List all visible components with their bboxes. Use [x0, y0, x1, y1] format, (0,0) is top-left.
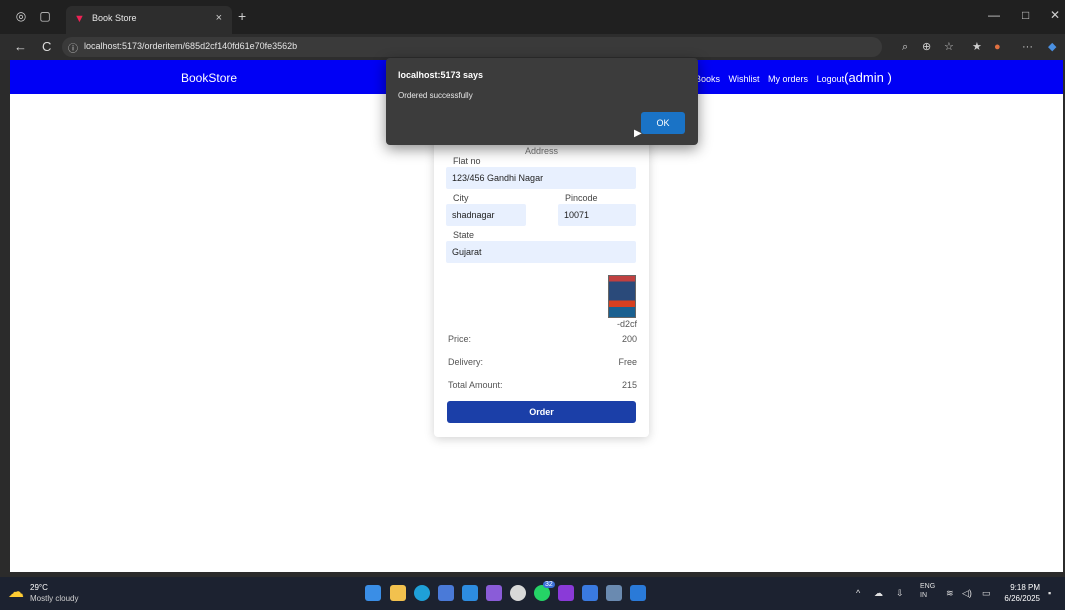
order-button[interactable]: Order — [447, 401, 636, 423]
bootstrap-icon[interactable] — [558, 585, 574, 601]
volume-icon[interactable]: ◁) — [962, 587, 972, 599]
alert-dialog: localhost:5173 says Ordered successfully… — [386, 58, 698, 145]
admin-label: (admin ) — [844, 70, 892, 85]
city-label: City — [453, 193, 469, 203]
tray-overflow-icon[interactable]: ^ — [856, 587, 860, 599]
book-cover-image — [608, 275, 636, 318]
more-menu-icon[interactable]: ··· — [1022, 40, 1033, 54]
delivery-label: Delivery: — [448, 357, 484, 367]
flat-no-input[interactable]: 123/456 Gandhi Nagar — [446, 167, 636, 189]
minimize-button[interactable]: — — [988, 8, 1000, 22]
zoom-icon[interactable]: ⊕ — [922, 40, 931, 54]
lang-bottom: IN — [920, 592, 927, 599]
battery-icon[interactable]: ▭ — [982, 587, 991, 599]
delivery-value: Free — [618, 357, 637, 367]
pincode-label: Pincode — [565, 193, 598, 203]
state-label: State — [453, 230, 475, 240]
cloud-icon[interactable]: ☁ — [874, 587, 883, 599]
chatgpt-icon[interactable] — [510, 585, 526, 601]
windows-taskbar: ☁ 29°C Mostly cloudy 32 ^ ☁ ⇩ ENG IN ≋ ◁)… — [0, 577, 1065, 610]
snipping-tool-icon[interactable] — [606, 585, 622, 601]
tab-bookstore[interactable]: ▼ Book Store × — [66, 6, 232, 34]
clock-date: 6/26/2025 — [1004, 594, 1040, 603]
notifications-icon[interactable]: ▪ — [1048, 587, 1051, 599]
copilot-app-icon[interactable] — [486, 585, 502, 601]
clock[interactable]: 9:18 PM 6/26/2025 — [1000, 582, 1040, 604]
clock-time: 9:18 PM — [1010, 583, 1040, 592]
profile-avatar-icon[interactable]: ● — [994, 40, 1001, 54]
flat-no-label: Flat no — [453, 156, 481, 166]
address-bar: ← C ⓘ localhost:5173/orderitem/685d2cf14… — [0, 34, 1065, 60]
new-tab-button[interactable]: + — [238, 9, 246, 23]
total-amount-value: 215 — [621, 380, 637, 390]
tab-bar: ◎ ▢ ▼ Book Store × + — □ ✕ — [0, 0, 1065, 34]
tab-title: Book Store — [92, 13, 137, 23]
favorites-icon[interactable]: ★ — [972, 40, 982, 54]
wifi-icon[interactable]: ≋ — [946, 587, 954, 599]
favorite-star-icon[interactable]: ☆ — [944, 40, 954, 54]
edge-icon[interactable] — [414, 585, 430, 601]
notification-badge: 32 — [543, 581, 555, 588]
pincode-input[interactable]: 10071 — [558, 204, 636, 226]
start-icon[interactable] — [365, 585, 381, 601]
info-icon[interactable]: ⓘ — [68, 40, 78, 55]
store-icon[interactable] — [438, 585, 454, 601]
price-label: Price: — [448, 334, 472, 344]
nav-logout-link[interactable]: Logout — [817, 74, 845, 84]
price-value: 200 — [621, 334, 637, 344]
photos-icon[interactable] — [462, 585, 478, 601]
vscode-icon[interactable] — [630, 585, 646, 601]
tab-actions-icon[interactable]: ▢ — [38, 9, 52, 23]
lang-top: ENG — [920, 583, 936, 590]
language-indicator[interactable]: ENG IN — [920, 582, 935, 600]
total-amount-label: Total Amount: — [448, 380, 503, 390]
nav-books-link[interactable]: Books — [695, 74, 720, 84]
refresh-icon[interactable]: C — [42, 39, 51, 55]
url-field[interactable]: ⓘ localhost:5173/orderitem/685d2cf140fd6… — [62, 37, 882, 57]
book-id-text: -d2cf — [616, 319, 637, 329]
brand-link[interactable]: BookStore — [181, 71, 237, 85]
mouse-cursor-icon: ▶ — [634, 128, 642, 139]
copilot-icon[interactable]: ◆ — [1048, 40, 1056, 54]
search-icon[interactable]: ⌕ — [902, 40, 908, 54]
vite-favicon-icon: ▼ — [74, 13, 85, 25]
file-explorer-icon[interactable] — [390, 585, 406, 601]
back-icon[interactable]: ← — [14, 39, 27, 55]
address-heading: Address — [524, 146, 559, 156]
dialog-message: Ordered successfully — [398, 91, 473, 100]
tab-close-icon[interactable]: × — [216, 12, 222, 24]
usb-icon[interactable]: ⇩ — [896, 587, 904, 599]
nav-wishlist-link[interactable]: Wishlist — [729, 74, 760, 84]
maximize-button[interactable]: □ — [1022, 8, 1029, 22]
dialog-title: localhost:5173 says — [398, 70, 484, 80]
nav-links: Books Wishlist My orders Logout(admin ) — [695, 70, 898, 85]
city-input[interactable]: shadnagar — [446, 204, 526, 226]
weather-icon[interactable]: ☁ — [8, 583, 28, 603]
close-window-button[interactable]: ✕ — [1050, 8, 1060, 22]
weather-desc[interactable]: Mostly cloudy — [30, 594, 78, 603]
url-text: localhost:5173/orderitem/685d2cf140fd61e… — [84, 41, 298, 51]
weather-temp[interactable]: 29°C — [30, 583, 48, 592]
workspaces-icon[interactable]: ◎ — [14, 9, 28, 23]
dialog-ok-button[interactable]: OK — [641, 112, 685, 134]
browser-window: ◎ ▢ ▼ Book Store × + — □ ✕ ← C ⓘ localho… — [0, 0, 1065, 610]
state-input[interactable]: Gujarat — [446, 241, 636, 263]
notepad-icon[interactable] — [582, 585, 598, 601]
order-card: Address Flat no 123/456 Gandhi Nagar Cit… — [434, 135, 649, 437]
nav-my-orders-link[interactable]: My orders — [768, 74, 808, 84]
